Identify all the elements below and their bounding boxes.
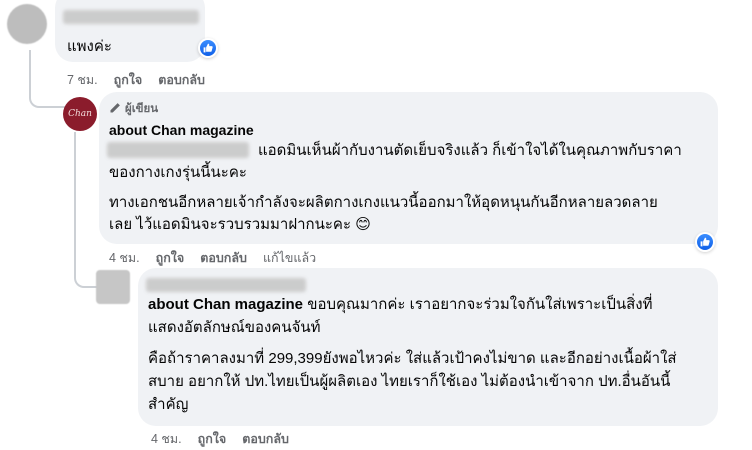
reply-button[interactable]: ตอบกลับ	[242, 429, 289, 449]
reply-line-1: แอดมินเห็นผ้ากับงานตัดเย็บจริงแล้ว ก็เข้…	[258, 142, 682, 159]
comment-text: แพงค่ะ	[67, 38, 112, 55]
comment-bubble: แพงค่ะ	[55, 0, 205, 62]
reply2-para2-line-3: สำคัญ	[148, 396, 189, 413]
reply-para2-line-1: ทางเอกชนอีกหลายเจ้ากำลังจะผลิตกางเกงแนวน…	[109, 194, 658, 211]
thread-line-2	[74, 132, 98, 288]
reply2-line-1: about Chan magazine ขอบคุณมากค่ะ เราอยาก…	[148, 294, 652, 316]
mention-redacted[interactable]	[107, 142, 249, 158]
reply-button[interactable]: ตอบกลับ	[200, 248, 247, 268]
like-button[interactable]: ถูกใจ	[114, 70, 143, 90]
reply-para2-line-2: เลย ไว้แอดมินจะรวบรวมมาฝากนะคะ 😊	[109, 214, 371, 236]
reply-button[interactable]: ตอบกลับ	[158, 70, 205, 90]
timestamp[interactable]: 4 ชม.	[109, 248, 140, 268]
like-button[interactable]: ถูกใจ	[156, 248, 185, 268]
smile-emoji: 😊	[355, 216, 371, 233]
reply2-line-1-text: ขอบคุณมากค่ะ เราอยากจะร่วมใจกันใส่เพราะเ…	[307, 296, 653, 313]
thumbs-up-icon	[697, 234, 713, 250]
edited-label[interactable]: แก้ไขแล้ว	[263, 248, 316, 268]
reply2-para2-line-1: คือถ้าราคาลงมาที่ 299,399ยังพอไหวค่ะ ใส่…	[148, 350, 677, 367]
comment-meta: 7 ชม. ถูกใจ ตอบกลับ	[67, 70, 221, 90]
reaction-badge[interactable]	[695, 232, 715, 252]
reaction-badge[interactable]	[198, 38, 218, 58]
author-avatar[interactable]: Chan	[63, 97, 97, 131]
timestamp[interactable]: 4 ชม.	[151, 429, 182, 449]
commenter-name-redacted[interactable]	[63, 10, 199, 24]
reply-bubble-author: ผู้เขียน about Chan magazine แอดมินเห็นผ…	[99, 92, 718, 244]
replier-avatar[interactable]	[96, 270, 130, 304]
pen-icon	[109, 102, 121, 117]
timestamp[interactable]: 7 ชม.	[67, 70, 98, 90]
replier-name-redacted[interactable]	[146, 278, 306, 292]
reply2-line-2: แสดงอัตลักษณ์ของคนจันท์	[148, 319, 321, 336]
avatar-logo-text: Chan	[68, 109, 92, 119]
thumbs-up-icon	[200, 40, 216, 56]
like-button[interactable]: ถูกใจ	[198, 429, 227, 449]
author-badge-label: ผู้เขียน	[125, 103, 159, 115]
reply-bubble-user: about Chan magazine ขอบคุณมากค่ะ เราอยาก…	[138, 268, 718, 426]
reply2-meta: 4 ชม. ถูกใจ ตอบกลับ	[151, 429, 305, 449]
thread-line-1	[29, 50, 65, 108]
reply-meta: 4 ชม. ถูกใจ ตอบกลับ แก้ไขแล้ว	[109, 248, 332, 268]
author-name[interactable]: about Chan magazine	[109, 122, 254, 138]
author-badge: ผู้เขียน	[109, 100, 158, 118]
tagged-page-name[interactable]: about Chan magazine	[148, 296, 303, 313]
commenter-avatar[interactable]	[7, 4, 47, 44]
reply-line-2: ของกางเกงรุ่นนี้นะคะ	[109, 164, 247, 181]
reply-para2-line-2-text: เลย ไว้แอดมินจะรวบรวมมาฝากนะคะ	[109, 216, 352, 233]
reply2-para2-line-2: สบาย อยากให้ ปท.ไทยเป็นผู้ผลิตเอง ไทยเรา…	[148, 373, 671, 390]
